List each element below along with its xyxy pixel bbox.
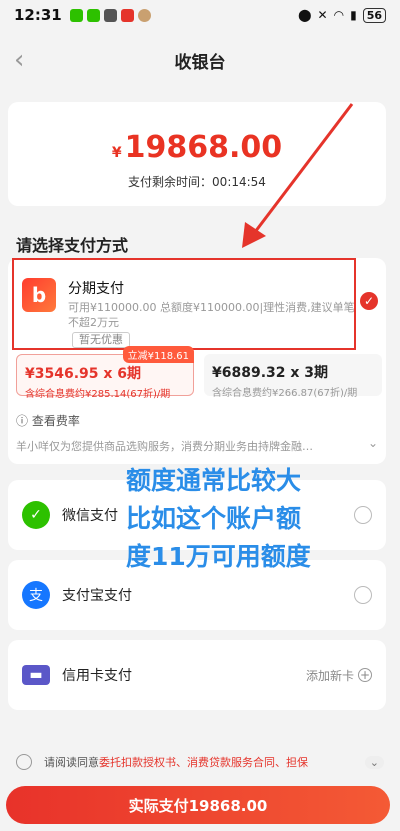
agreement-prefix: 请阅读同意	[44, 756, 99, 769]
plan-amount: ¥3546.95 x 6期	[25, 366, 142, 382]
system-icons: ⬤ ✕ ◠ ▮ 56	[298, 7, 386, 23]
installment-name: 分期支付	[68, 281, 124, 297]
installment-panel: b 分期支付 可用¥110000.00 总额度¥110000.00|理性消费,建…	[8, 258, 386, 464]
notification-icons	[69, 8, 151, 22]
plan-6-periods[interactable]: 立减¥118.61 ¥3546.95 x 6期 含综合息费约¥285.14(67…	[16, 346, 194, 400]
app-notification-icon-2	[120, 8, 134, 22]
installment-radio-checked[interactable]: ✓	[360, 292, 378, 310]
credit-card-label: 信用卡支付	[62, 668, 132, 684]
page-title: 收银台	[174, 52, 226, 73]
currency-symbol: ¥	[111, 145, 122, 161]
payment-amount: ¥19868.00	[8, 130, 386, 165]
view-rates-link[interactable]: ⓘ 查看费率	[16, 412, 80, 429]
plan-3-periods[interactable]: ¥6889.32 x 3期 含综合息费约¥266.87(67折)/期	[204, 354, 382, 399]
info-icon: ⓘ	[16, 414, 29, 428]
plus-icon: +	[358, 668, 372, 682]
installment-description: 可用¥110000.00 总额度¥110000.00|理性消费,建议单笔不超2万…	[68, 301, 355, 329]
status-bar: 12:31 ⬤ ✕ ◠ ▮ 56	[0, 0, 400, 30]
wechat-pay-icon: ✓	[22, 501, 50, 529]
add-new-card-button[interactable]: 添加新卡 +	[306, 667, 372, 684]
app-notification-icon	[103, 8, 117, 22]
wifi-icon: ◠	[333, 8, 345, 22]
plan-amount: ¥6889.32 x 3期	[212, 365, 329, 381]
alipay-label: 支付宝支付	[62, 588, 132, 604]
disclaimer-text: 羊小咩仅为您提供商品选购服务，消费分期业务由持牌金融…	[16, 440, 313, 453]
alipay-radio[interactable]	[354, 586, 372, 604]
amount-value: 19868.00	[124, 130, 283, 165]
pay-button[interactable]: 实际支付19868.00	[6, 786, 390, 824]
chevron-down-icon[interactable]: ⌄	[368, 436, 378, 450]
credit-card-icon: ▬	[22, 665, 50, 685]
amount-card: ¥19868.00 支付剩余时间：00:14:54	[8, 102, 386, 206]
back-chevron-icon[interactable]: ‹	[14, 47, 24, 73]
location-icon: ⬤	[298, 8, 312, 22]
wechat-pay-radio[interactable]	[354, 506, 372, 524]
promo-badge: 立减¥118.61	[122, 346, 194, 363]
status-time: 12:31	[14, 6, 62, 24]
app-notification-icon-3	[137, 8, 151, 22]
section-title: 请选择支付方式	[16, 236, 129, 255]
expand-chevron-icon[interactable]: ⌄	[364, 755, 384, 769]
installment-logo-icon: b	[22, 278, 56, 312]
agreement-row: 请阅读同意 委托扣款授权书、消费贷款服务合同、担保 ⌄	[0, 746, 400, 778]
installment-option[interactable]: b 分期支付 可用¥110000.00 总额度¥110000.00|理性消费,建…	[12, 258, 356, 350]
annotation-line-3: 度11万可用额度	[126, 542, 311, 571]
agree-checkbox[interactable]	[16, 754, 32, 770]
annotation-overlay: 额度通常比较大 比如这个账户额 度11万可用额度	[126, 462, 356, 576]
countdown-text: 支付剩余时间：00:14:54	[128, 175, 266, 189]
plan-fee: 含综合息费约¥285.14(67折)/期	[25, 389, 171, 400]
signal-icon: ▮	[350, 8, 357, 22]
wechat-notification-icon-2	[86, 8, 100, 22]
nav-bar: ‹ 收银台	[0, 30, 400, 90]
agreement-links[interactable]: 委托扣款授权书、消费贷款服务合同、担保	[99, 754, 308, 770]
annotation-line-1: 额度通常比较大	[126, 466, 302, 495]
no-discount-tag: 暂无优惠	[72, 332, 130, 348]
plan-fee: 含综合息费约¥266.87(67折)/期	[212, 388, 358, 399]
wechat-notification-icon	[69, 8, 83, 22]
battery-icon: 56	[362, 7, 386, 23]
credit-card-option[interactable]: ▬ 信用卡支付 添加新卡 +	[8, 640, 386, 710]
wechat-pay-label: 微信支付	[62, 508, 118, 524]
annotation-line-2: 比如这个账户额	[126, 504, 302, 533]
mute-icon: ✕	[317, 8, 328, 22]
alipay-icon: 支	[22, 581, 50, 609]
